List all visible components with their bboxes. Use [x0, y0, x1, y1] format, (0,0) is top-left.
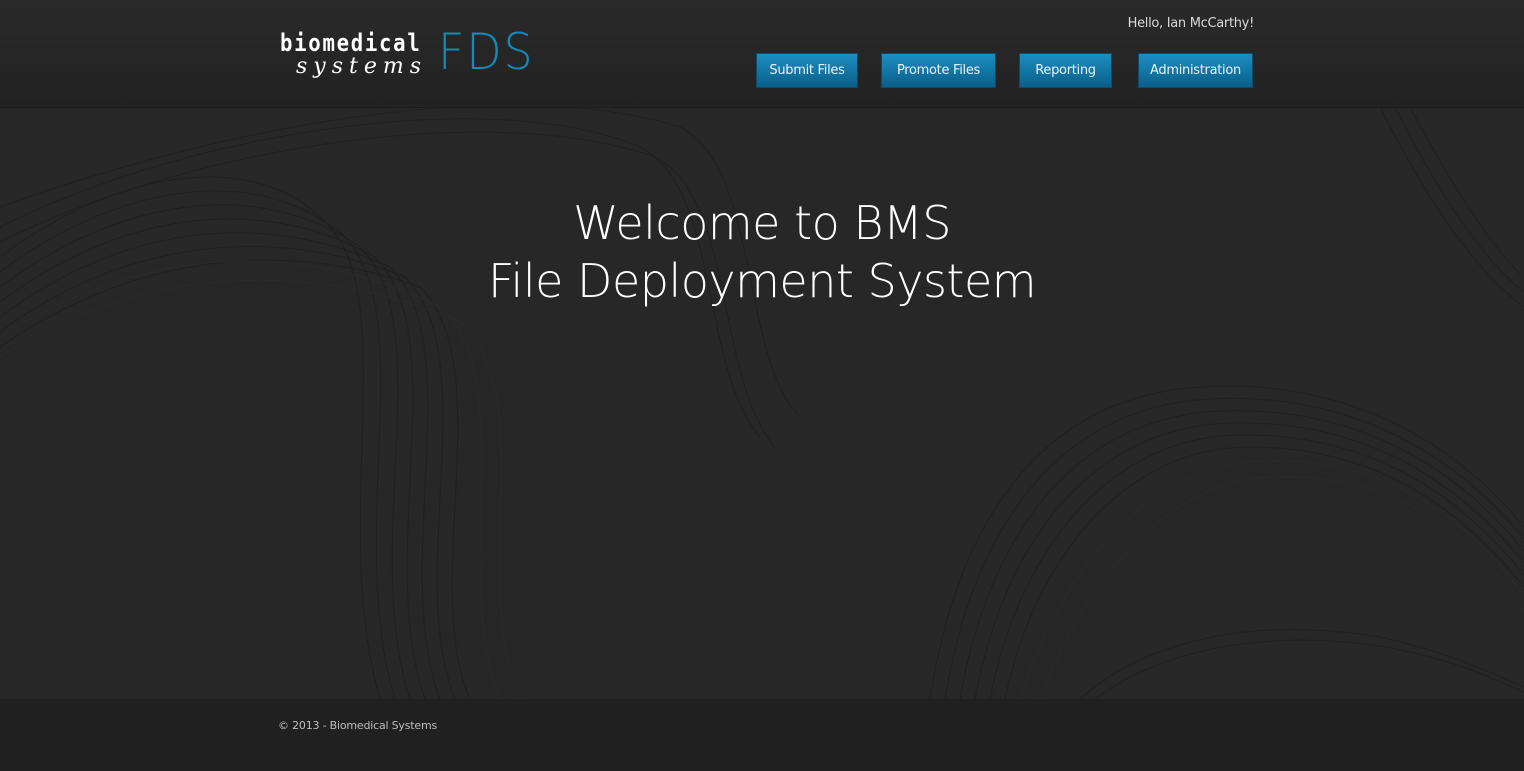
submit-files-button[interactable]: Submit Files: [756, 53, 858, 88]
logo-line-biomedical: biomedical: [280, 29, 422, 57]
page: biomedical systems FDS Hello, Ian McCart…: [0, 0, 1524, 771]
user-greeting[interactable]: Hello, Ian McCarthy!: [1128, 16, 1255, 31]
site-header: biomedical systems FDS Hello, Ian McCart…: [0, 0, 1524, 108]
welcome-heading-line2: File Deployment System: [487, 254, 1037, 308]
welcome-heading: Welcome to BMS File Deployment System: [0, 194, 1524, 310]
welcome-heading-line1: Welcome to BMS: [573, 196, 951, 250]
site-footer: © 2013 - Biomedical Systems: [0, 699, 1524, 771]
reporting-button[interactable]: Reporting: [1019, 53, 1112, 88]
promote-files-button[interactable]: Promote Files: [881, 53, 996, 88]
administration-button[interactable]: Administration: [1138, 53, 1253, 88]
copyright-text: © 2013 - Biomedical Systems: [278, 719, 437, 732]
biomedical-systems-fds-logo[interactable]: biomedical systems FDS: [280, 24, 540, 86]
logo-line-systems: systems: [296, 54, 428, 79]
logo-product-fds: FDS: [438, 23, 535, 81]
